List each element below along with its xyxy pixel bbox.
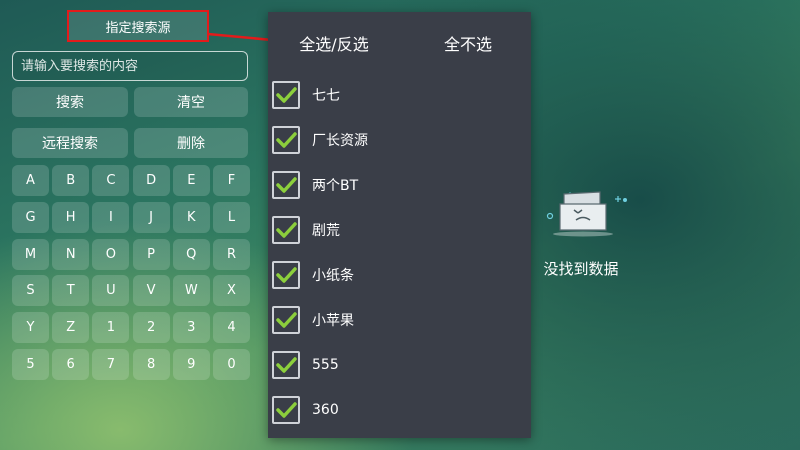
key-2[interactable]: 2 — [132, 312, 170, 344]
key-v[interactable]: V — [132, 275, 170, 307]
key-s[interactable]: S — [12, 275, 49, 307]
source-select-panel: 全选/反选 全不选 七七厂长资源两个BT 剧荒小纸条小苹果 555 360 — [268, 12, 531, 438]
search-input[interactable] — [12, 51, 248, 81]
check-icon — [276, 87, 297, 103]
source-checkbox[interactable] — [272, 396, 300, 424]
source-item[interactable]: 剧荒 — [272, 213, 522, 247]
source-checkbox[interactable] — [272, 171, 300, 199]
key-h[interactable]: H — [52, 201, 90, 233]
key-9[interactable]: 9 — [172, 349, 210, 380]
key-p[interactable]: P — [132, 238, 170, 270]
key-k[interactable]: K — [172, 201, 210, 233]
specify-source-button[interactable]: 指定搜索源 — [67, 10, 209, 42]
source-item[interactable]: 小纸条 — [272, 258, 522, 292]
key-j[interactable]: J — [132, 201, 170, 233]
source-checkbox[interactable] — [272, 351, 300, 379]
source-item-label: 七七 — [312, 88, 340, 104]
key-n[interactable]: N — [52, 238, 90, 270]
source-checkbox[interactable] — [272, 81, 300, 109]
source-checkbox[interactable] — [272, 126, 300, 154]
key-b[interactable]: B — [52, 165, 90, 196]
check-icon — [276, 402, 297, 418]
search-button[interactable]: 搜索 — [12, 87, 128, 117]
check-icon — [276, 312, 297, 328]
source-item[interactable]: 360 — [272, 393, 522, 427]
source-item-label: 两个BT — [312, 178, 359, 194]
key-d[interactable]: D — [132, 165, 170, 196]
key-y[interactable]: Y — [12, 312, 49, 344]
remote-search-button[interactable]: 远程搜索 — [12, 128, 128, 158]
key-0[interactable]: 0 — [213, 349, 250, 380]
key-g[interactable]: G — [12, 201, 49, 233]
key-u[interactable]: U — [92, 275, 130, 307]
source-item-label: 555 — [312, 357, 339, 373]
source-item-label: 小纸条 — [312, 268, 354, 284]
key-3[interactable]: 3 — [172, 312, 210, 344]
select-none-button[interactable]: 全不选 — [418, 26, 518, 60]
delete-button[interactable]: 删除 — [134, 128, 248, 158]
key-o[interactable]: O — [92, 238, 130, 270]
key-r[interactable]: R — [213, 238, 250, 270]
empty-result-text: 没找到数据 — [543, 260, 619, 278]
key-z[interactable]: Z — [52, 312, 90, 344]
source-checkbox[interactable] — [272, 216, 300, 244]
check-icon — [276, 222, 297, 238]
source-item-label: 剧荒 — [312, 223, 340, 239]
key-7[interactable]: 7 — [92, 349, 130, 380]
key-a[interactable]: A — [12, 165, 49, 196]
source-item[interactable]: 555 — [272, 348, 522, 382]
key-x[interactable]: X — [213, 275, 250, 307]
key-c[interactable]: C — [92, 165, 130, 196]
key-6[interactable]: 6 — [52, 349, 90, 380]
key-1[interactable]: 1 — [92, 312, 130, 344]
key-l[interactable]: L — [213, 201, 250, 233]
key-8[interactable]: 8 — [132, 349, 170, 380]
key-w[interactable]: W — [172, 275, 210, 307]
key-i[interactable]: I — [92, 201, 130, 233]
source-item[interactable]: 七七 — [272, 78, 522, 112]
source-checkbox[interactable] — [272, 306, 300, 334]
check-icon — [276, 177, 297, 193]
panel-header: 全选/反选 全不选 — [268, 26, 531, 60]
key-q[interactable]: Q — [172, 238, 210, 270]
check-icon — [276, 132, 297, 148]
key-m[interactable]: M — [12, 238, 49, 270]
key-5[interactable]: 5 — [12, 349, 49, 380]
clear-button[interactable]: 清空 — [134, 87, 248, 117]
check-icon — [276, 267, 297, 283]
check-icon — [276, 357, 297, 373]
source-item-label: 小苹果 — [312, 313, 354, 329]
source-item[interactable]: 两个BT — [272, 168, 522, 202]
source-item-label: 360 — [312, 402, 339, 418]
key-e[interactable]: E — [172, 165, 210, 196]
source-checkbox[interactable] — [272, 261, 300, 289]
source-item-label: 厂长资源 — [312, 133, 368, 149]
source-item[interactable]: 小苹果 — [272, 303, 522, 337]
source-item[interactable]: 厂长资源 — [272, 123, 522, 157]
key-t[interactable]: T — [52, 275, 90, 307]
key-4[interactable]: 4 — [213, 312, 250, 344]
select-all-button[interactable]: 全选/反选 — [284, 26, 384, 60]
key-f[interactable]: F — [213, 165, 250, 196]
